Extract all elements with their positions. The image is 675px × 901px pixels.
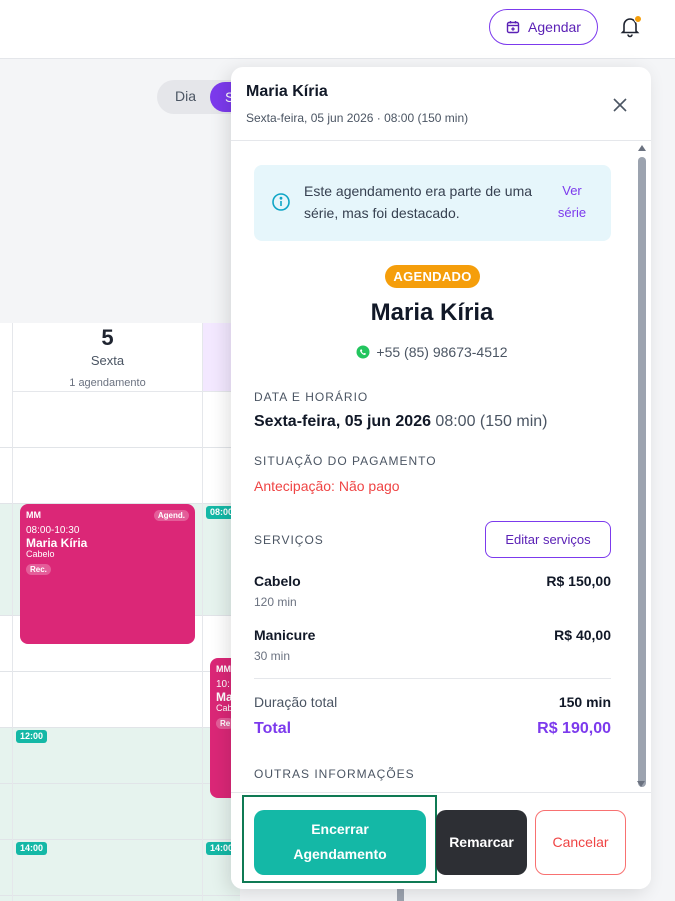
scroll-thumb[interactable] [638,157,646,787]
event-time: 08:00-10:30 [26,525,80,536]
service-duration: 120 min [254,595,297,609]
appointment-date-main: Sexta-feira, 05 jun 2026 [254,413,431,430]
divider [254,678,611,679]
appointment-detail-panel: Maria Kíria Sexta-feira, 05 jun 2026 · 0… [231,67,651,889]
calendar-scrollbar[interactable] [397,888,404,901]
top-bar: Agendar [0,0,675,59]
notification-dot [634,15,642,23]
appointment-date: Sexta-feira, 05 jun 2026 08:00 (150 min) [254,413,548,431]
date-section-label: DATA E HORÁRIO [254,390,369,404]
appointment-time: 08:00 (150 min) [430,413,548,430]
payment-section-label: SITUAÇÃO DO PAGAMENTO [254,454,437,468]
service-price: R$ 40,00 [554,627,611,643]
whatsapp-icon [356,345,370,359]
event-time: 10: [216,679,230,690]
remarcar-button[interactable]: Remarcar [436,810,527,875]
total-duration-value: 150 min [558,694,611,710]
client-phone-text: +55 (85) 98673-4512 [376,344,508,360]
scroll-down-arrow-icon[interactable] [637,781,645,787]
total-label: Total [254,720,292,737]
series-info-box: Este agendamento era parte de uma série,… [254,165,611,241]
info-icon [272,193,290,211]
encerrar-label-line2: Agendamento [293,846,387,862]
service-name: Manicure [254,627,316,643]
other-info-section-label: OUTRAS INFORMAÇÕES [254,767,415,781]
client-phone[interactable]: +55 (85) 98673-4512 [231,344,633,360]
total-duration-label: Duração total [254,694,338,710]
event-client-name: Maria Kíria [26,536,88,550]
panel-footer: Encerrar Agendamento Remarcar Cancelar [231,792,651,889]
day-appointment-count: 1 agendamento [69,377,146,389]
service-duration: 30 min [254,649,291,663]
agendar-label: Agendar [528,19,581,35]
close-icon[interactable] [611,96,629,114]
client-name: Maria Kíria [370,299,494,326]
status-badge: AGENDADO [385,265,480,288]
day-column-body [12,392,203,901]
services-section-label: SERVIÇOS [254,533,324,547]
panel-scrollbar[interactable] [636,143,648,793]
event-initials: MM [26,510,41,520]
day-column-header[interactable]: 5 Sexta 1 agendamento [12,323,203,392]
panel-subtitle: Sexta-feira, 05 jun 2026 · 08:00 (150 mi… [246,111,469,125]
cancelar-button[interactable]: Cancelar [535,810,626,875]
event-service: Cabelo [26,549,55,559]
event-status-tag: Agend. [153,510,189,521]
ver-serie-link[interactable]: Ver série [552,180,592,224]
scroll-up-arrow-icon[interactable] [638,145,646,151]
appointment-card[interactable]: MM Agend. 08:00-10:30 Maria Kíria Cabelo… [20,504,195,644]
time-chip: 14:00 [16,842,48,855]
calendar-plus-icon [506,21,520,34]
encerrar-label-line1: Encerrar [311,821,369,837]
encerrar-agendamento-button[interactable]: Encerrar Agendamento [254,810,426,875]
panel-title: Maria Kíria [246,83,328,100]
time-chip: 12:00 [16,730,48,743]
event-recurring-tag: Rec. [26,564,51,575]
series-info-text: Este agendamento era parte de uma série,… [304,183,533,221]
total-value: R$ 190,00 [537,720,611,737]
payment-status: Antecipação: Não pago [254,478,400,494]
event-initials: MM [216,664,231,674]
day-number: 5 [101,325,114,350]
day-name: Sexta [90,353,125,368]
agendar-button[interactable]: Agendar [489,9,598,45]
service-name: Cabelo [254,573,301,589]
service-price: R$ 150,00 [546,573,611,589]
edit-services-button[interactable]: Editar serviços [485,521,611,558]
panel-header: Maria Kíria Sexta-feira, 05 jun 2026 · 0… [231,67,651,141]
view-dia-tab[interactable]: Dia [175,88,196,104]
